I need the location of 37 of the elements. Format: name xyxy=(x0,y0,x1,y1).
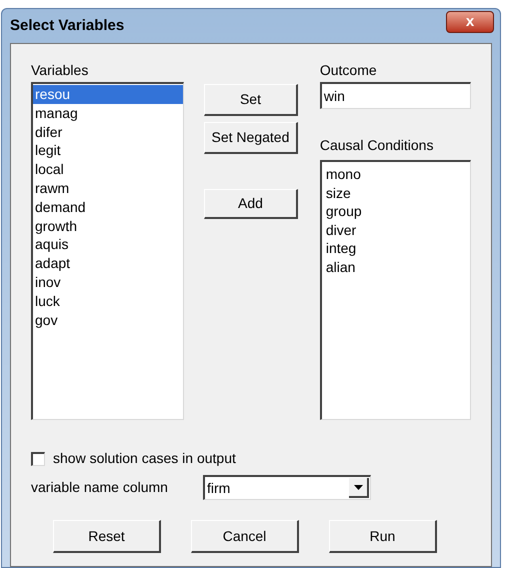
condition-item[interactable]: size xyxy=(322,184,470,202)
variable-item[interactable]: inov xyxy=(33,272,184,292)
footer-button[interactable]: Reset xyxy=(53,520,161,553)
variables-label: Variables xyxy=(31,61,90,80)
checkbox[interactable] xyxy=(31,452,45,466)
footer-button[interactable]: Run xyxy=(329,520,437,553)
variable-item[interactable]: local xyxy=(33,160,184,179)
variable-item[interactable]: resou xyxy=(33,85,184,104)
variable-item[interactable]: aquis xyxy=(33,235,184,254)
close-button[interactable]: x xyxy=(446,11,494,33)
condition-item[interactable]: alian xyxy=(322,258,470,277)
name-column-dropdown[interactable]: firm xyxy=(203,475,371,500)
condition-item[interactable]: integ xyxy=(322,239,470,258)
variable-item[interactable]: gov xyxy=(33,310,184,330)
set-button[interactable]: Set Negated xyxy=(204,122,298,154)
variable-item[interactable]: luck xyxy=(33,292,184,311)
footer-button[interactable]: Cancel xyxy=(191,520,299,553)
causal-conditions-list[interactable]: mono size group diver integ alian xyxy=(320,160,471,420)
condition-item[interactable]: group xyxy=(322,202,470,221)
variable-item[interactable]: rawm xyxy=(33,178,184,198)
variables-list[interactable]: resou manag difer legit local rawm demand growth aquis adapt inov luck gov xyxy=(31,82,184,420)
variable-item[interactable]: manag xyxy=(33,104,184,123)
variable-item[interactable]: growth xyxy=(33,216,184,236)
causal-conditions-label: Causal Conditions xyxy=(320,136,434,155)
variable-item[interactable]: adapt xyxy=(33,254,184,273)
add-button[interactable]: Add xyxy=(204,189,298,219)
name-column-label: variable name column xyxy=(31,478,169,497)
variable-item[interactable]: legit xyxy=(33,141,184,160)
checkbox-label: show solution cases in output xyxy=(53,449,236,468)
variable-item[interactable]: difer xyxy=(33,122,184,142)
condition-item[interactable]: mono xyxy=(322,165,470,184)
outcome-field[interactable]: win xyxy=(320,82,471,109)
condition-item[interactable]: diver xyxy=(322,220,470,240)
set-button[interactable]: Set xyxy=(204,84,298,116)
window-title: Select Variables xyxy=(10,16,124,36)
outcome-label: Outcome xyxy=(320,61,378,80)
variable-item[interactable]: demand xyxy=(33,198,184,217)
